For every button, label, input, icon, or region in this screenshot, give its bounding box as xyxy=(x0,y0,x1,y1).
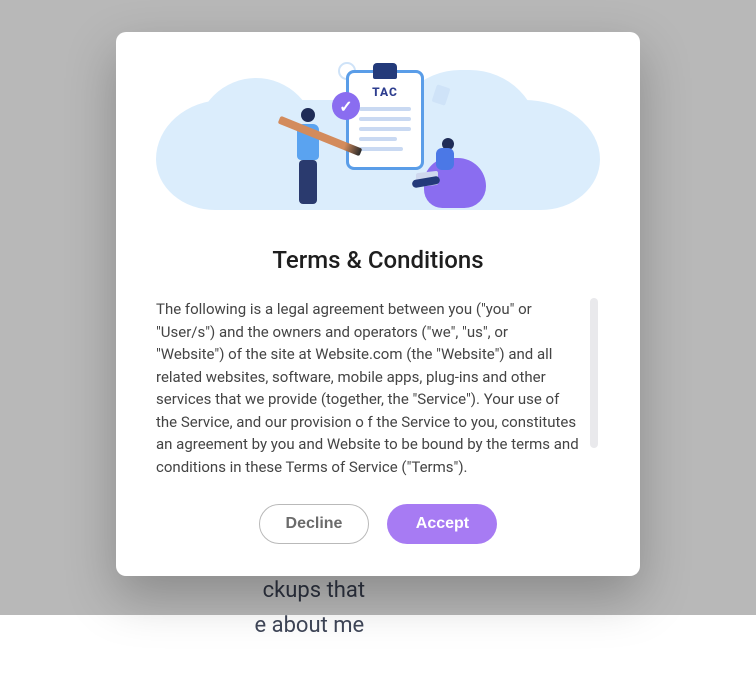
modal-title: Terms & Conditions xyxy=(272,246,483,274)
checkmark-badge-icon: ✓ xyxy=(332,92,360,120)
doc-line xyxy=(359,107,411,111)
accept-button[interactable]: Accept xyxy=(387,504,497,544)
person-sitting-icon xyxy=(412,138,482,210)
modal-button-row: Decline Accept xyxy=(259,504,498,544)
doc-line xyxy=(359,147,403,151)
decline-button[interactable]: Decline xyxy=(259,504,370,544)
clipboard-clip xyxy=(373,63,397,79)
scrollbar[interactable] xyxy=(590,298,598,448)
terms-modal: TAC ✓ Terms & Conditions The following i… xyxy=(116,32,640,576)
terms-body-text: The following is a legal agreement betwe… xyxy=(156,298,580,476)
terms-scroll-container[interactable]: The following is a legal agreement betwe… xyxy=(156,298,600,476)
tac-label: TAC xyxy=(349,85,421,99)
doc-line xyxy=(359,137,397,141)
terms-illustration: TAC ✓ xyxy=(156,62,600,222)
doc-line xyxy=(359,127,411,131)
doc-line xyxy=(359,117,411,121)
